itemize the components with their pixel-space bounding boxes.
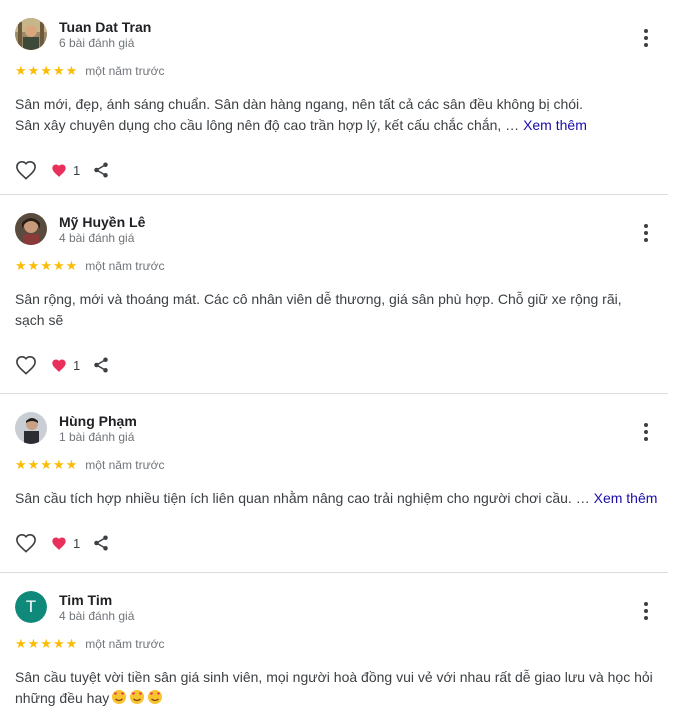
review-time: một năm trước <box>85 64 165 78</box>
reaction[interactable]: 1 <box>51 535 80 551</box>
star-icon: ★ <box>65 258 78 273</box>
review-actions: 1 <box>15 523 668 563</box>
star-rating: ★ ★ ★ ★ ★ <box>15 259 77 273</box>
review-time: một năm trước <box>85 259 165 273</box>
star-icon: ★ <box>15 258 27 273</box>
review-text: Sân cầu tích hợp nhiều tiện ích liên qua… <box>15 488 668 509</box>
reaction-count: 1 <box>73 357 81 373</box>
review-count: 4 bài đánh giá <box>59 609 135 623</box>
review-actions: 1 <box>15 150 668 190</box>
review-card: Hùng Phạm 1 bài đánh giá ★ ★ ★ ★ ★ một n… <box>0 394 668 573</box>
smiling-face-with-hearts-emoji <box>111 689 127 705</box>
share-icon[interactable] <box>92 355 112 375</box>
review-count: 6 bài đánh giá <box>59 36 135 50</box>
review-text: Sân cầu tuyệt vời tiền sân giá sinh viên… <box>15 667 670 709</box>
star-rating: ★ ★ ★ ★ ★ <box>15 64 77 78</box>
more-vert-icon[interactable] <box>634 221 658 245</box>
see-more-link[interactable]: Xem thêm <box>594 490 658 506</box>
star-icon: ★ <box>65 457 78 472</box>
star-icon: ★ <box>52 636 65 651</box>
heart-outline-icon[interactable] <box>15 532 37 554</box>
avatar[interactable] <box>15 18 47 50</box>
review-count: 1 bài đánh giá <box>59 430 135 444</box>
reaction-count: 1 <box>73 162 81 178</box>
review-card: Tuan Dat Tran 6 bài đánh giá ★ ★ ★ ★ ★ m… <box>0 0 668 195</box>
heart-filled-icon <box>51 357 67 373</box>
reaction-count: 1 <box>73 535 81 551</box>
review-text-line: Sân cầu tích hợp nhiều tiện ích liên qua… <box>15 490 590 506</box>
star-icon: ★ <box>27 457 40 472</box>
see-more-link[interactable]: Xem thêm <box>523 117 587 133</box>
star-rating: ★ ★ ★ ★ ★ <box>15 637 77 651</box>
more-vert-icon[interactable] <box>634 599 658 623</box>
star-icon: ★ <box>15 636 27 651</box>
avatar[interactable]: T <box>15 591 47 623</box>
review-header: Mỹ Huyền Lê 4 bài đánh giá <box>15 195 668 257</box>
more-vert-icon[interactable] <box>634 26 658 50</box>
review-time: một năm trước <box>85 458 165 472</box>
avatar[interactable] <box>15 213 47 245</box>
star-icon: ★ <box>65 63 78 78</box>
reaction[interactable]: 1 <box>51 162 80 178</box>
avatar-letter: T <box>15 591 47 623</box>
star-rating: ★ ★ ★ ★ ★ <box>15 458 77 472</box>
review-card: Mỹ Huyền Lê 4 bài đánh giá ★ ★ ★ ★ ★ một… <box>0 195 668 394</box>
star-icon: ★ <box>27 63 40 78</box>
heart-outline-icon[interactable] <box>15 354 37 376</box>
reviewer-name[interactable]: Mỹ Huyền Lê <box>59 213 145 231</box>
star-icon: ★ <box>40 636 52 651</box>
star-icon: ★ <box>15 63 27 78</box>
star-icon: ★ <box>15 457 27 472</box>
review-header: Tuan Dat Tran 6 bài đánh giá <box>15 0 668 62</box>
review-header: T Tim Tim 4 bài đánh giá <box>15 573 668 635</box>
heart-filled-icon <box>51 162 67 178</box>
star-icon: ★ <box>27 258 40 273</box>
review-text-line: Sân xây chuyên dụng cho cầu lông nên độ … <box>15 117 520 133</box>
star-icon: ★ <box>27 636 40 651</box>
review-time: một năm trước <box>85 637 165 651</box>
review-header: Hùng Phạm 1 bài đánh giá <box>15 394 668 456</box>
rating-row: ★ ★ ★ ★ ★ một năm trước <box>15 62 668 80</box>
rating-row: ★ ★ ★ ★ ★ một năm trước <box>15 456 668 474</box>
rating-row: ★ ★ ★ ★ ★ một năm trước <box>15 635 668 653</box>
review-text-line: Sân mới, đẹp, ánh sáng chuẩn. Sân dàn hà… <box>15 96 584 112</box>
star-icon: ★ <box>40 457 52 472</box>
review-count: 4 bài đánh giá <box>59 231 135 245</box>
reviewer-name[interactable]: Tuan Dat Tran <box>59 18 151 36</box>
reaction[interactable]: 1 <box>51 357 80 373</box>
star-icon: ★ <box>40 63 52 78</box>
star-icon: ★ <box>40 258 52 273</box>
avatar[interactable] <box>15 412 47 444</box>
star-icon: ★ <box>52 63 65 78</box>
review-card: T Tim Tim 4 bài đánh giá ★ ★ ★ ★ ★ một n… <box>0 573 668 713</box>
review-actions: 1 <box>15 345 668 385</box>
heart-filled-icon <box>51 535 67 551</box>
heart-outline-icon[interactable] <box>15 159 37 181</box>
more-vert-icon[interactable] <box>634 420 658 444</box>
star-icon: ★ <box>52 258 65 273</box>
share-icon[interactable] <box>92 533 112 553</box>
rating-row: ★ ★ ★ ★ ★ một năm trước <box>15 257 668 275</box>
review-text: Sân rộng, mới và thoáng mát. Các cô nhân… <box>15 291 622 328</box>
smiling-face-with-hearts-emoji <box>129 689 145 705</box>
share-icon[interactable] <box>92 160 112 180</box>
review-text: Sân mới, đẹp, ánh sáng chuẩn. Sân dàn hà… <box>15 94 668 136</box>
smiling-face-with-hearts-emoji <box>147 689 163 705</box>
star-icon: ★ <box>52 457 65 472</box>
star-icon: ★ <box>65 636 78 651</box>
reviewer-name[interactable]: Tim Tim <box>59 591 134 609</box>
reviewer-name[interactable]: Hùng Phạm <box>59 412 137 430</box>
